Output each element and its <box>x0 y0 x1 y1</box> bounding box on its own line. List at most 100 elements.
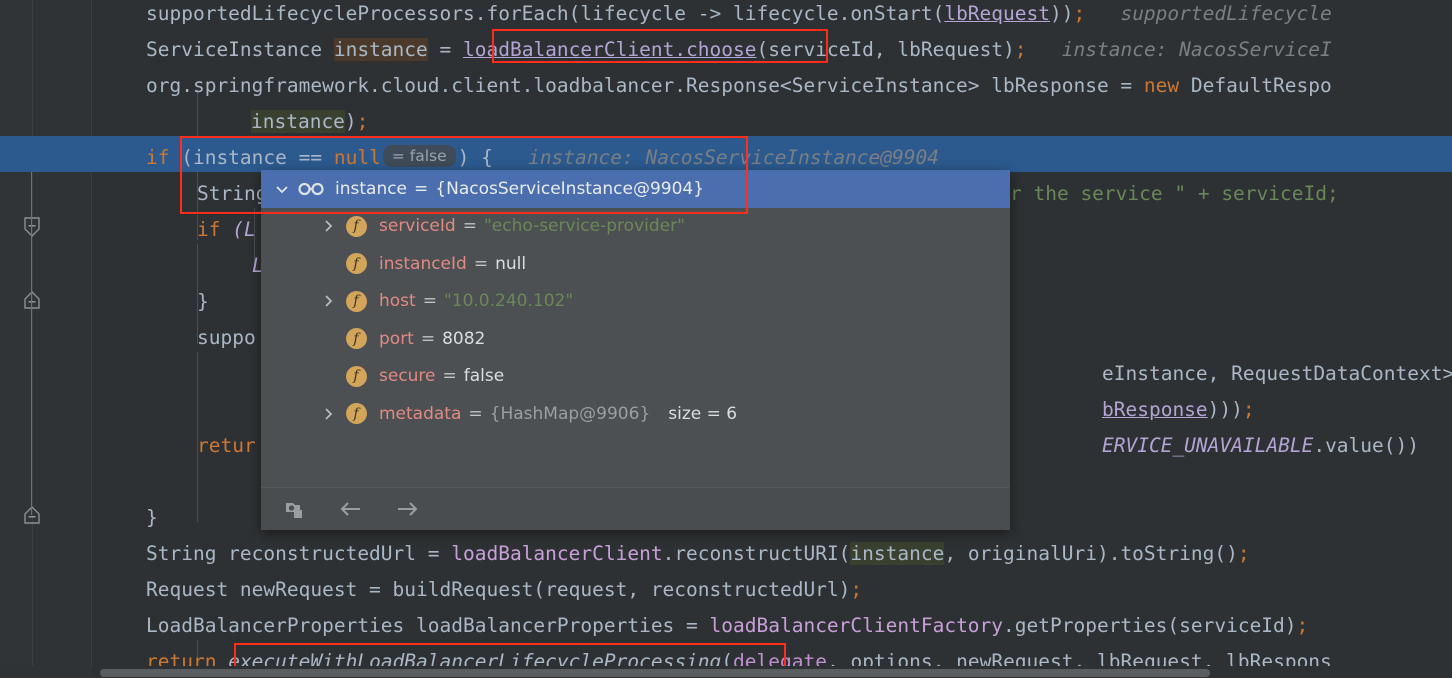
code-token-lbrequest[interactable]: lbRequest <box>944 2 1050 25</box>
code-token: } <box>146 506 158 529</box>
code-token: String reconstructedUrl = <box>146 542 452 565</box>
code-line-12[interactable]: retur <box>92 428 256 464</box>
forward-arrow-icon[interactable] <box>393 495 421 523</box>
fold-marker-collapse-end-1[interactable] <box>22 290 42 310</box>
code-line-9[interactable]: } <box>92 284 209 320</box>
inline-value-badge[interactable]: = false <box>382 145 456 167</box>
code-token-choose[interactable]: .choose <box>674 38 756 61</box>
code-token: .getProperties(serviceId) <box>1003 614 1297 637</box>
debug-tree-field-host[interactable]: f host = "10.0.240.102" <box>261 283 1010 321</box>
horizontal-scrollbar-thumb[interactable] <box>100 669 1210 677</box>
code-line-12-tail[interactable]: ERVICE_UNAVAILABLE.value()) <box>1102 428 1419 464</box>
code-line-6-tail[interactable]: r the service " + serviceId; <box>1010 176 1339 212</box>
code-token-new: new <box>1143 74 1180 97</box>
debug-field-size: size = 6 <box>668 403 738 424</box>
field-icon: f <box>341 215 371 237</box>
code-token: ) { <box>457 146 493 169</box>
code-line-7[interactable]: if (L <box>92 212 256 248</box>
debug-value-tree[interactable]: instance = {NacosServiceInstance@9904} f… <box>261 170 1010 487</box>
field-icon: f <box>341 290 371 312</box>
code-line-18[interactable]: LoadBalancerProperties loadBalancerPrope… <box>92 608 1308 644</box>
code-token-loadbalancerclientfactory[interactable]: loadBalancerClientFactory <box>710 614 1004 637</box>
gutter-breakpoint-strip[interactable] <box>0 0 32 678</box>
debug-tree-field-metadata[interactable]: f metadata = {HashMap@9906} size = 6 <box>261 395 1010 433</box>
debug-field-name: instanceId <box>379 253 467 274</box>
fold-marker-collapse-end-2[interactable] <box>22 505 42 525</box>
debug-var-name: instance <box>335 178 408 199</box>
code-token: .reconstructURI( <box>662 542 851 565</box>
debug-tree-field-secure[interactable]: f secure = false <box>261 358 1010 396</box>
code-token: r the service " + serviceId; <box>1010 182 1339 205</box>
code-token: ; <box>850 578 863 601</box>
fold-marker-collapse-mid[interactable] <box>22 216 42 237</box>
debug-tree-field-port[interactable]: f port = 8082 <box>261 320 1010 358</box>
code-line-10-tail[interactable]: eInstance, RequestDataContext>( <box>1102 356 1452 392</box>
chevron-right-icon[interactable] <box>315 219 341 233</box>
code-token: ; <box>1014 38 1027 61</box>
code-token: (L <box>220 218 256 241</box>
horizontal-scrollbar[interactable] <box>92 666 1452 678</box>
code-token: } <box>197 290 209 313</box>
code-token-if: if <box>146 146 170 169</box>
debug-field-name: port <box>379 328 414 349</box>
code-line-10[interactable]: suppo <box>92 320 256 356</box>
debug-field-name: host <box>379 291 416 312</box>
code-token: ; <box>1237 542 1250 565</box>
fold-region-line <box>31 163 32 515</box>
code-token-loadbalancerclient[interactable]: loadBalancerClient <box>451 542 662 565</box>
debug-field-name: secure <box>379 366 436 387</box>
current-line-gutter-highlight <box>0 136 92 172</box>
code-line-2[interactable]: ServiceInstance instance = loadBalancerC… <box>92 32 1332 68</box>
code-token: ; <box>356 110 369 133</box>
debug-var-value: {NacosServiceInstance@9904} <box>435 178 705 199</box>
chevron-right-icon[interactable] <box>315 294 341 308</box>
code-token-loadbalancerclient[interactable]: loadBalancerClient <box>463 38 674 61</box>
code-token: == <box>298 146 323 169</box>
code-token-instance-read[interactable]: instance <box>251 110 345 133</box>
debug-field-equals: = <box>422 291 437 312</box>
code-token-instance-read[interactable]: instance <box>850 542 945 565</box>
code-token: ; <box>1073 2 1086 25</box>
code-token: org.springframework.cloud.client.loadbal… <box>146 74 1144 97</box>
field-icon: f <box>341 253 371 275</box>
debug-tree-root-row[interactable]: instance = {NacosServiceInstance@9904} <box>261 170 1010 208</box>
code-line-3[interactable]: org.springframework.cloud.client.loadbal… <box>92 68 1332 104</box>
code-token: (instance <box>169 146 299 169</box>
debug-field-value: 8082 <box>442 328 486 349</box>
code-line-4[interactable]: instance); <box>92 104 368 140</box>
debug-field-equals: = <box>468 403 483 424</box>
code-token: DefaultRespo <box>1179 74 1332 97</box>
code-token: ; <box>1242 398 1255 421</box>
code-token-return: retur <box>197 434 256 457</box>
code-token: ; <box>1296 614 1309 637</box>
debug-value-popup[interactable]: instance = {NacosServiceInstance@9904} f… <box>261 170 1010 530</box>
debug-field-value: "10.0.240.102" <box>443 291 574 312</box>
chevron-down-icon[interactable] <box>269 181 295 197</box>
gutter-divider-left <box>32 0 33 678</box>
copy-to-clipboard-icon[interactable] <box>281 495 309 523</box>
back-arrow-icon[interactable] <box>337 495 365 523</box>
code-line-17[interactable]: Request newRequest = buildRequest(reques… <box>92 572 862 608</box>
debug-field-name: serviceId <box>379 216 456 237</box>
debug-popup-toolbar[interactable] <box>261 487 1010 530</box>
code-token-instance-write[interactable]: instance <box>333 38 428 61</box>
code-editor[interactable]: supportedLifecycleProcessors.forEach(lif… <box>0 0 1452 678</box>
code-line-6[interactable]: String <box>92 176 279 212</box>
code-line-8[interactable]: L <box>92 248 264 284</box>
code-line-1[interactable]: supportedLifecycleProcessors.forEach(lif… <box>92 0 1332 32</box>
editor-gutter[interactable] <box>0 0 92 678</box>
code-line-16[interactable]: String reconstructedUrl = loadBalancerCl… <box>92 536 1250 572</box>
code-token: eInstance, RequestDataContext>( <box>1102 362 1452 385</box>
code-line-15[interactable]: } <box>92 500 158 536</box>
code-token-lbresponse[interactable]: bResponse <box>1102 398 1208 421</box>
field-icon: f <box>341 328 371 350</box>
debug-field-equals: = <box>420 328 436 349</box>
field-icon: f <box>341 365 371 387</box>
code-line-11-tail[interactable]: bResponse))); <box>1102 392 1255 428</box>
inline-debug-hint: instance: NacosServiceI <box>1026 38 1332 61</box>
debug-tree-field-serviceid[interactable]: f serviceId = "echo-service-provider" <box>261 208 1010 246</box>
code-token: ))) <box>1207 398 1243 421</box>
chevron-right-icon[interactable] <box>315 407 341 421</box>
debug-tree-field-instanceid[interactable]: f instanceId = null <box>261 245 1010 283</box>
